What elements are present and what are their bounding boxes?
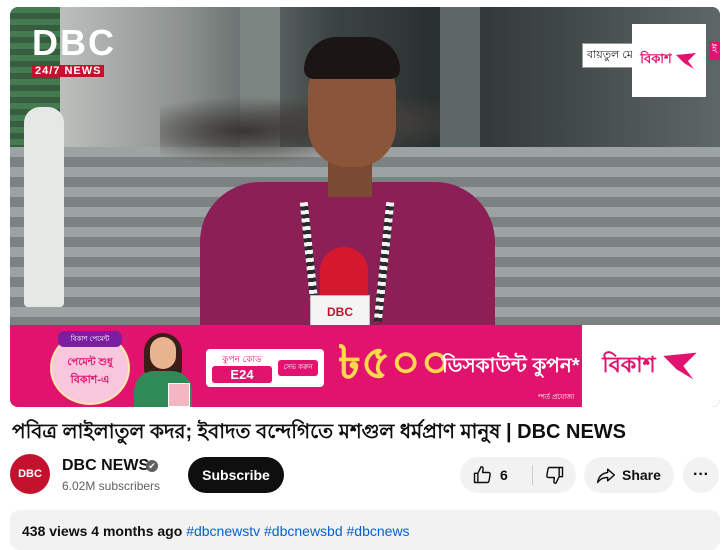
ad-promo-badge: বিকাশ পেমেন্ট পেমেন্ট শুধু বিকাশ-এ xyxy=(50,331,130,405)
background-person xyxy=(24,107,64,307)
thumbs-up-icon xyxy=(473,465,491,484)
microphone xyxy=(320,247,368,302)
ad-brand-logo: বিকাশ xyxy=(582,325,720,407)
reporter-hair xyxy=(304,37,400,79)
ad-amount: ৳৫০০ xyxy=(338,336,451,388)
pillar xyxy=(440,7,480,147)
sponsor-logo: বিকাশ xyxy=(632,24,706,97)
channel-watermark: DBC 24/7 NEWS xyxy=(32,25,116,79)
ad-headline-2: বিকাশ-এ xyxy=(70,374,110,386)
like-dislike-group: 6 xyxy=(460,457,576,493)
coupon-cta: সেভ করুন xyxy=(278,360,318,376)
subscriber-count: 6.02M subscribers xyxy=(62,479,161,493)
ad-headline-1: পেমেন্ট শুধু xyxy=(67,357,113,368)
bird-icon xyxy=(662,352,697,380)
more-actions-button[interactable]: ··· xyxy=(683,457,719,493)
view-count: 438 views xyxy=(22,523,88,539)
upload-age: 4 months ago xyxy=(91,523,183,539)
thumbs-down-icon xyxy=(545,466,563,485)
share-icon xyxy=(596,468,616,484)
channel-name[interactable]: DBC NEWS xyxy=(62,457,149,475)
coupon-code: E24 xyxy=(212,366,272,383)
description-box[interactable]: 438 views 4 months ago #dbcnewstv #dbcne… xyxy=(10,510,720,550)
verified-icon: ✔ xyxy=(146,460,158,472)
corner-tag: ই xyxy=(709,42,720,60)
ad-banner[interactable]: বিকাশ পেমেন্ট পেমেন্ট শুধু বিকাশ-এ কুপন … xyxy=(10,325,720,407)
coupon-label: কুপন কোড xyxy=(222,354,262,364)
dislike-button[interactable] xyxy=(533,457,576,493)
hashtags[interactable]: #dbcnewstv #dbcnewsbd #dbcnews xyxy=(186,523,409,539)
share-button[interactable]: Share xyxy=(584,457,674,493)
ad-brand-text: বিকাশ xyxy=(602,351,656,377)
mic-label: DBC xyxy=(327,305,353,319)
background-crowd xyxy=(160,77,440,167)
like-count: 6 xyxy=(500,467,508,483)
watermark-sub: 24/7 NEWS xyxy=(32,65,105,77)
coupon-card: কুপন কোড E24 সেভ করুন xyxy=(206,349,324,387)
bird-icon xyxy=(675,52,696,69)
sponsor-logo-text: বিকাশ xyxy=(640,51,672,66)
subscribe-button[interactable]: Subscribe xyxy=(188,457,284,493)
description-meta: 438 views 4 months ago #dbcnewstv #dbcne… xyxy=(22,523,410,539)
video-player[interactable]: DBC DBC 24/7 NEWS বায়তুল মো বিকাশ ই বিক… xyxy=(10,7,720,407)
ad-discount-text: ডিসকাউন্ট কুপন* xyxy=(442,355,580,377)
ad-badge: বিকাশ পেমেন্ট xyxy=(58,331,122,347)
microphone-flag: DBC xyxy=(310,295,370,329)
share-label: Share xyxy=(622,467,661,483)
watermark-main: DBC xyxy=(32,22,116,63)
ad-model-image xyxy=(128,331,198,407)
channel-avatar[interactable]: DBC xyxy=(10,454,50,494)
video-title: পবিত্র লাইলাতুল কদর; ইবাদত বন্দেগিতে মশগ… xyxy=(12,421,627,443)
like-button[interactable]: 6 xyxy=(460,457,532,493)
ad-conditions: *শর্ত প্রযোজ্য xyxy=(538,394,575,401)
